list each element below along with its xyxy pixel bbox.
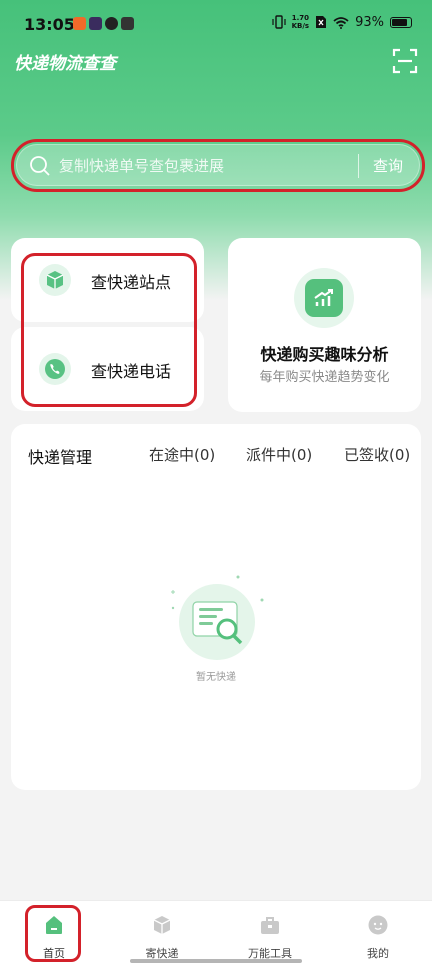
highlight-outline <box>25 905 81 962</box>
tab-in-transit[interactable]: 在途中(0) <box>149 444 215 465</box>
network-speed: 1.70 KB/s <box>291 14 310 30</box>
notification-app-icon <box>105 17 118 30</box>
battery-percent: 93% <box>355 14 384 30</box>
nav-profile-label: 我的 <box>367 947 389 960</box>
send-package-icon <box>153 916 171 934</box>
app-title: 快递物流查查 <box>14 54 116 74</box>
analysis-subtitle: 每年购买快递趋势变化 <box>259 370 390 385</box>
notification-app-icon <box>89 17 102 30</box>
profile-icon <box>368 915 388 935</box>
no-sim-icon <box>316 16 327 28</box>
scan-button[interactable] <box>392 48 418 74</box>
management-title: 快递管理 <box>28 448 93 467</box>
notification-app-icon <box>121 17 134 30</box>
tab-signed[interactable]: 已签收(0) <box>344 444 410 465</box>
notification-app-icon <box>73 17 86 30</box>
nav-send-package[interactable]: 寄快递 <box>108 901 216 964</box>
nav-tools[interactable]: 万能工具 <box>216 901 324 964</box>
home-indicator <box>130 959 302 963</box>
vibrate-icon <box>272 15 286 29</box>
status-time: 13:05 <box>24 15 75 34</box>
package-management-panel: 快递管理 在途中(0) 派件中(0) 已签收(0) 暂无快递 <box>11 424 421 790</box>
highlight-outline <box>11 139 425 192</box>
empty-state-text: 暂无快递 <box>196 672 236 683</box>
highlight-outline <box>21 253 197 407</box>
toolbox-icon <box>261 917 279 934</box>
nav-profile[interactable]: 我的 <box>324 901 432 964</box>
tab-out-for-delivery[interactable]: 派件中(0) <box>246 444 312 465</box>
wifi-icon <box>333 16 349 29</box>
status-bar: 13:05 1.70 KB/s 93% <box>0 0 432 50</box>
analysis-title: 快递购买趣味分析 <box>260 345 389 364</box>
trend-chart-icon <box>294 268 354 328</box>
battery-icon <box>390 16 412 28</box>
purchase-analysis-card[interactable]: 快递购买趣味分析 每年购买快递趋势变化 <box>228 238 421 412</box>
empty-state-icon <box>171 575 264 660</box>
